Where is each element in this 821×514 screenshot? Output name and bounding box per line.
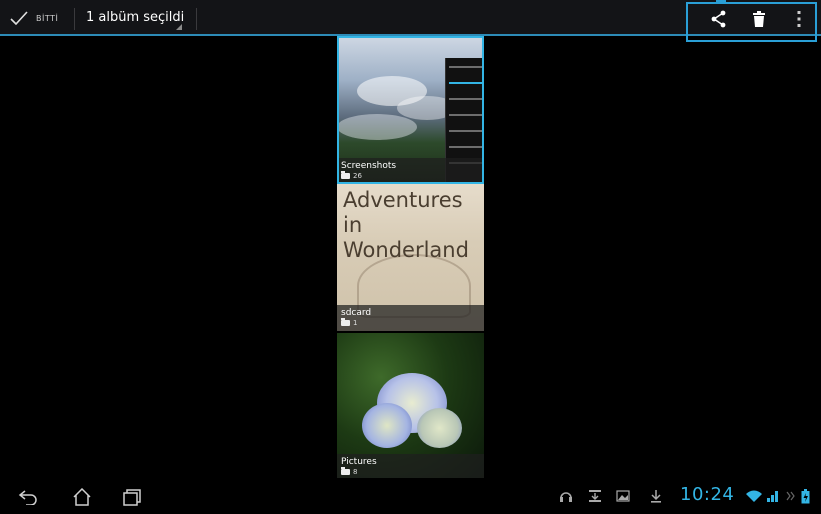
back-icon[interactable] <box>16 486 40 508</box>
flower-shape <box>362 403 412 448</box>
selection-count-dropdown[interactable]: 1 albüm seçildi <box>86 0 184 36</box>
album-tile-sdcard[interactable]: Adventures in Wonderland sdcard 1 <box>337 184 484 331</box>
album-count-value: 8 <box>353 468 358 476</box>
clock[interactable]: 10:24 <box>680 484 734 505</box>
home-icon[interactable] <box>70 486 94 508</box>
done-label: BİTTİ <box>36 13 59 23</box>
album-cover-text-line1: Adventures <box>343 188 463 212</box>
done-button[interactable]: BİTTİ <box>10 0 58 36</box>
album-tile-screenshots[interactable]: Screenshots 26 <box>337 36 484 184</box>
download-box-icon[interactable] <box>587 489 603 503</box>
download-icon[interactable] <box>648 489 664 503</box>
wifi-icon <box>746 489 762 503</box>
album-count: 26 <box>341 171 362 180</box>
folder-icon <box>341 318 350 326</box>
album-cover-text-line2: in Wonderland <box>343 213 469 262</box>
album-name: Screenshots <box>341 161 397 171</box>
cloud-shape <box>337 114 417 140</box>
album-caption: Pictures 8 <box>337 454 484 480</box>
album-name: sdcard <box>341 308 372 318</box>
album-caption: Screenshots 26 <box>337 158 484 184</box>
folder-icon <box>341 171 350 179</box>
battery-icon <box>797 488 813 503</box>
separator <box>196 8 197 30</box>
flower-shape <box>417 408 462 448</box>
highlight-frame <box>686 2 817 42</box>
album-cover-text: Adventures in Wonderland <box>343 188 484 263</box>
image-icon[interactable] <box>615 489 631 503</box>
separator <box>74 8 75 30</box>
system-navigation-bar: 10:24 <box>0 478 821 514</box>
checkmark-icon <box>10 11 28 25</box>
album-count-value: 1 <box>353 319 358 327</box>
folder-icon <box>341 467 350 475</box>
album-tile-pictures[interactable]: Pictures 8 <box>337 333 484 480</box>
dropdown-indicator-icon <box>176 24 182 30</box>
album-count: 8 <box>341 467 358 476</box>
album-count-value: 26 <box>353 172 362 180</box>
headphones-icon[interactable] <box>558 489 574 503</box>
recent-apps-icon[interactable] <box>120 486 144 508</box>
album-caption: sdcard 1 <box>337 305 484 331</box>
signal-icon <box>765 489 781 503</box>
album-count: 1 <box>341 318 358 327</box>
album-name: Pictures <box>341 457 377 467</box>
